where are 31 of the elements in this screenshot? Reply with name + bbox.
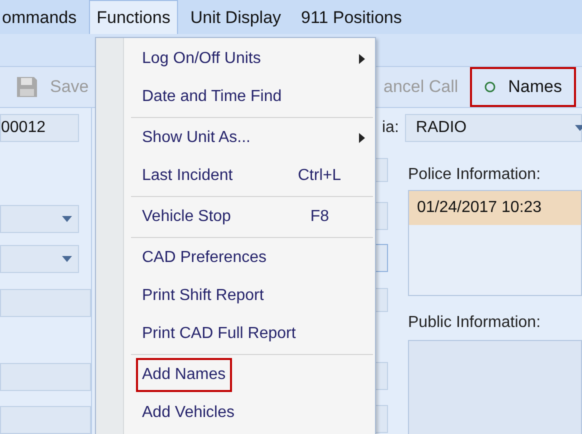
menu-item[interactable]: CAD Preferences [130, 239, 365, 277]
input-field[interactable] [0, 363, 91, 391]
menu-item[interactable]: Log On/Off Units [130, 40, 365, 78]
menu-item[interactable]: Print Shift Report [130, 277, 365, 315]
caret-icon [575, 125, 582, 131]
number-field[interactable]: 00012 [0, 114, 79, 142]
menu-item[interactable]: Vehicle Stop F8 [130, 198, 365, 236]
menu-item[interactable]: Show Unit As... [130, 119, 365, 157]
names-button[interactable]: Names [470, 67, 576, 107]
menu-item[interactable]: Print CAD Full Report [130, 315, 365, 353]
menu-item[interactable]: Last Incident Ctrl+L [130, 157, 365, 195]
media-label: ia: [382, 119, 399, 137]
input-field[interactable] [0, 289, 91, 317]
caret-icon [62, 216, 72, 222]
media-dropdown[interactable]: RADIO [404, 114, 582, 142]
menu-item[interactable]: Date and Time Find [130, 78, 365, 116]
menu-bar-item[interactable]: Unit Display [182, 0, 290, 34]
public-information-label: Public Information: [408, 314, 542, 332]
caret-icon [62, 256, 72, 262]
public-information-field[interactable] [408, 340, 582, 434]
circle-icon [484, 81, 496, 93]
menu-bar-item[interactable]: ommands [0, 0, 85, 34]
police-information-entry[interactable]: 01/24/2017 10:23 [409, 191, 581, 225]
menu-item[interactable]: Add Names [130, 356, 365, 394]
dropdown-field[interactable] [0, 245, 79, 273]
input-field[interactable] [0, 406, 91, 434]
menu-bar-item[interactable]: 911 Positions [293, 0, 410, 34]
dropdown-field[interactable] [0, 205, 79, 233]
police-information-label: Police Information: [408, 166, 542, 184]
menu-item[interactable]: Add Vehicles [130, 394, 365, 432]
menu-bar-item[interactable]: Functions [88, 0, 178, 34]
